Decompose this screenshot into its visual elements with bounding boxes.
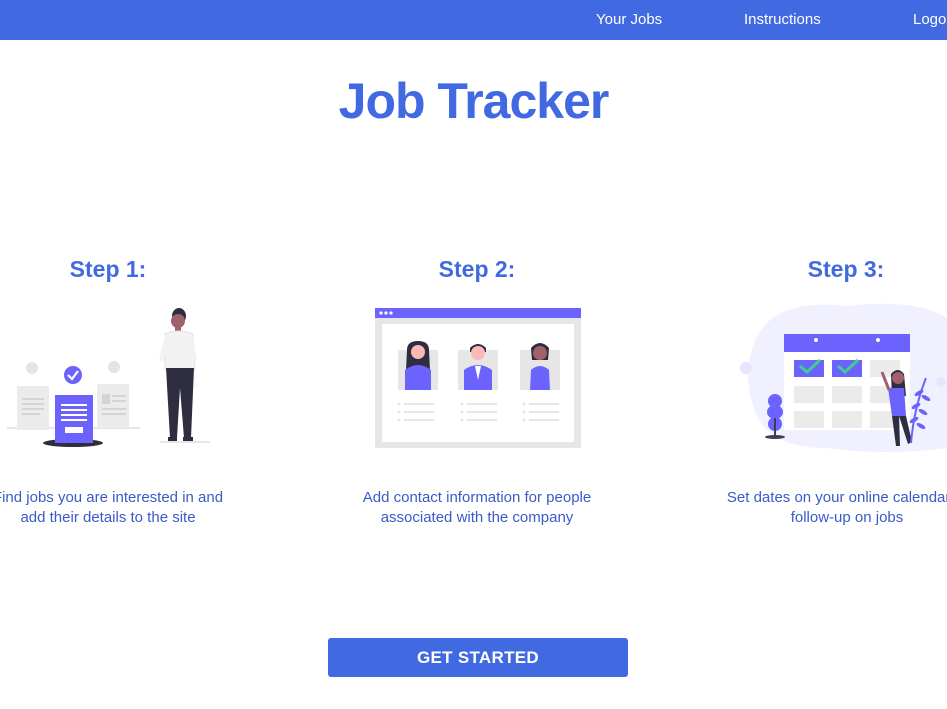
step-2-desc-line-2: associated with the company xyxy=(380,509,574,526)
step-1-description: Find jobs you are interested in and add … xyxy=(0,488,268,528)
step-3-desc-line-2: follow-up on jobs xyxy=(790,509,904,526)
job-search-illustration xyxy=(7,308,210,447)
step-3-heading: Step 3: xyxy=(807,256,885,282)
step-1-desc-line-2: add their details to the site xyxy=(20,509,196,526)
step-1-heading: Step 1: xyxy=(69,256,147,282)
page-title: Job Tracker xyxy=(338,73,610,129)
nav-your-jobs-link[interactable]: Your Jobs xyxy=(596,11,662,28)
step-2-heading: Step 2: xyxy=(438,256,516,282)
step-2-description: Add contact information for people assoc… xyxy=(317,488,637,528)
step-3-description: Set dates on your online calendar to fol… xyxy=(687,488,947,528)
step-1-desc-line-1: Find jobs you are interested in and xyxy=(0,489,224,506)
step-2-desc-line-1: Add contact information for people xyxy=(362,489,592,506)
get-started-button[interactable]: GET STARTED xyxy=(328,638,628,677)
contacts-browser-illustration xyxy=(375,308,581,448)
top-navbar: Your Jobs Instructions Logout xyxy=(0,0,947,40)
step-3-desc-line-1: Set dates on your online calendar to xyxy=(726,489,947,506)
nav-logout-link[interactable]: Logout xyxy=(913,11,947,28)
nav-instructions-link[interactable]: Instructions xyxy=(744,11,821,28)
calendar-illustration xyxy=(740,303,947,452)
